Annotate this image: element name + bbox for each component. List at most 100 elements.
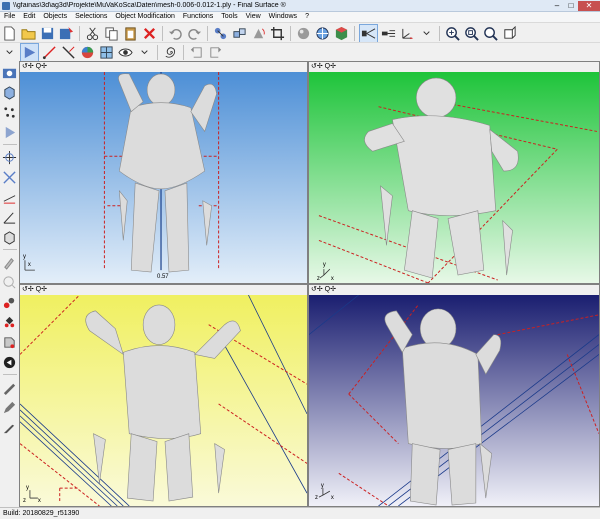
- direction-icon: [3, 356, 16, 369]
- viewport-controls[interactable]: ↺✢ Q✢: [311, 285, 336, 295]
- select-triangle-icon: [24, 46, 36, 59]
- menu-object-modification[interactable]: Object Modification: [111, 12, 179, 22]
- save-button[interactable]: [39, 25, 56, 42]
- axis-dropdown-button[interactable]: [418, 25, 435, 42]
- axis-button[interactable]: [399, 25, 416, 42]
- viewport-header: ↺✢ Q✢: [309, 285, 599, 295]
- distance-tool-button[interactable]: [1, 189, 18, 206]
- menu-functions[interactable]: Functions: [179, 12, 217, 22]
- save-as-icon: [59, 26, 74, 39]
- menu-selections[interactable]: Selections: [71, 12, 111, 22]
- cut-plane-button[interactable]: [60, 44, 77, 61]
- main-toolbar: [0, 22, 600, 43]
- light-button[interactable]: [380, 25, 397, 42]
- rotate-object-button[interactable]: [250, 25, 267, 42]
- cube-tool-button[interactable]: [1, 229, 18, 246]
- zoom-fit-button[interactable]: [463, 25, 480, 42]
- axis-x-label: x: [331, 495, 334, 501]
- paste-button[interactable]: [122, 25, 139, 42]
- rotate-right-button[interactable]: [207, 44, 224, 61]
- save-as-button[interactable]: [58, 25, 75, 42]
- minimize-button[interactable]: –: [550, 1, 564, 11]
- new-file-icon: [4, 25, 15, 41]
- viewport-controls[interactable]: ↺✢ Q✢: [22, 62, 47, 72]
- viewport-perspective[interactable]: ↺✢ Q✢ x y z: [308, 61, 600, 284]
- viewport-canvas[interactable]: x y 0.57: [20, 72, 307, 283]
- zoom-window-button[interactable]: [482, 25, 499, 42]
- brush-tool-button[interactable]: [1, 254, 18, 271]
- viewport-isometric[interactable]: ↺✢ Q✢ x y z: [308, 284, 600, 507]
- color-ball-button[interactable]: [79, 44, 96, 61]
- toolbar-separator: [207, 25, 208, 41]
- material-button[interactable]: [98, 44, 115, 61]
- camera-view-button[interactable]: [359, 23, 378, 43]
- delete-button[interactable]: [141, 25, 158, 42]
- redo-button[interactable]: [186, 25, 203, 42]
- menu-view[interactable]: View: [242, 12, 265, 22]
- measure-icon: [42, 46, 56, 60]
- box-tool-button[interactable]: [1, 84, 18, 101]
- view-cube-button[interactable]: [501, 25, 518, 42]
- scalpel-tool-button[interactable]: [1, 419, 18, 436]
- axis-z-label: z: [315, 495, 318, 501]
- knife-tool-button[interactable]: [1, 379, 18, 396]
- viewport-controls[interactable]: ↺✢ Q✢: [311, 62, 336, 72]
- spiral-tool-button[interactable]: [162, 44, 179, 61]
- camera-projection-icon: [361, 27, 376, 39]
- axis-x-label: x: [331, 276, 334, 282]
- undo-button[interactable]: [167, 25, 184, 42]
- viewport-canvas[interactable]: x y z: [309, 72, 599, 283]
- viewport-canvas[interactable]: x y z: [20, 295, 307, 506]
- toolbar-menu-button[interactable]: [1, 44, 18, 61]
- camera-tool-button[interactable]: [1, 64, 18, 81]
- group-tool-button[interactable]: [231, 25, 248, 42]
- objects-tool-button[interactable]: [212, 25, 229, 42]
- distance-icon: [3, 195, 16, 204]
- pen-tool-button[interactable]: [1, 399, 18, 416]
- rotate-left-button[interactable]: [188, 44, 205, 61]
- paint-2-tool-button[interactable]: [1, 334, 18, 351]
- menu-edit[interactable]: Edit: [19, 12, 39, 22]
- measure-button[interactable]: [41, 44, 58, 61]
- toolbar-separator: [290, 25, 291, 41]
- maximize-button[interactable]: □: [564, 1, 578, 11]
- viewport-back[interactable]: ↺✢ Q✢ x y z: [19, 284, 308, 507]
- new-file-button[interactable]: [1, 25, 18, 42]
- fill-tool-button[interactable]: [1, 314, 18, 331]
- title-bar: \\gfainas\3d\ag3d\Projekte\MuVaKoSca\Dat…: [0, 0, 600, 12]
- menu-help[interactable]: ?: [301, 12, 313, 22]
- points-tool-button[interactable]: [1, 104, 18, 121]
- select-mode-button[interactable]: [20, 43, 39, 62]
- menu-windows[interactable]: Windows: [265, 12, 301, 22]
- zoom-in-button[interactable]: [444, 25, 461, 42]
- visibility-dropdown-button[interactable]: [136, 44, 153, 61]
- direction-tool-button[interactable]: [1, 354, 18, 371]
- color-cube-button[interactable]: [333, 25, 350, 42]
- shading-button[interactable]: [295, 25, 312, 42]
- crop-tool-button[interactable]: [269, 25, 286, 42]
- texture-button[interactable]: [314, 25, 331, 42]
- viewport-canvas[interactable]: x y z: [309, 295, 599, 506]
- copy-button[interactable]: [103, 25, 120, 42]
- menu-file[interactable]: File: [0, 12, 19, 22]
- move-icon: [2, 150, 17, 165]
- open-file-button[interactable]: [20, 25, 37, 42]
- scale-tool-button[interactable]: [1, 169, 18, 186]
- light-icon: [381, 29, 396, 37]
- visibility-button[interactable]: [117, 44, 134, 61]
- viewport-front[interactable]: ↺✢ Q✢ x y 0.57: [19, 61, 308, 284]
- toolbar-separator: [183, 45, 184, 60]
- paint-tool-button[interactable]: [1, 294, 18, 311]
- menu-tools[interactable]: Tools: [217, 12, 241, 22]
- close-button[interactable]: ✕: [578, 0, 600, 11]
- menu-objects[interactable]: Objects: [39, 12, 71, 22]
- play-tool-button[interactable]: [1, 124, 18, 141]
- angle-tool-button[interactable]: [1, 209, 18, 226]
- lasso-tool-button[interactable]: [1, 274, 18, 291]
- axis-z-label: z: [23, 498, 26, 504]
- toolbar-separator: [354, 25, 355, 41]
- move-tool-button[interactable]: [1, 149, 18, 166]
- viewport-controls[interactable]: ↺✢ Q✢: [22, 285, 47, 295]
- copy-icon: [105, 26, 118, 41]
- cut-button[interactable]: [84, 25, 101, 42]
